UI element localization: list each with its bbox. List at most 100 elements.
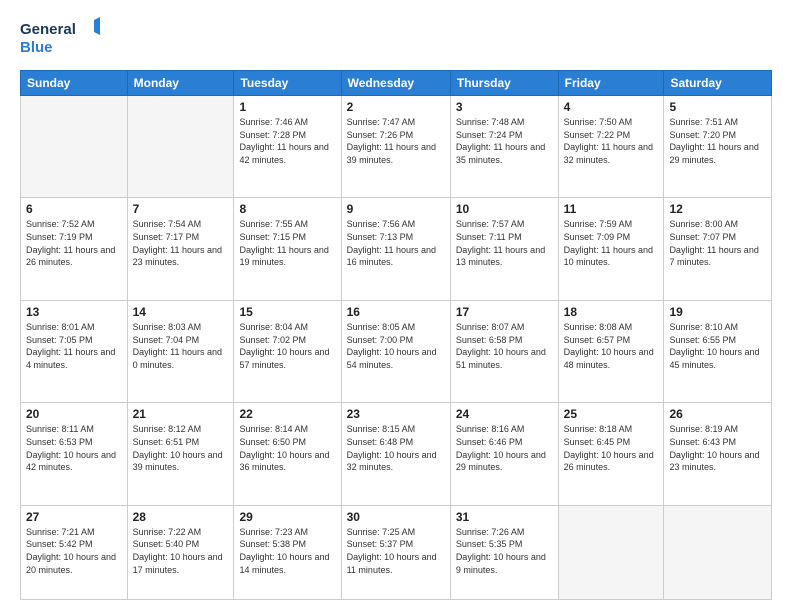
day-number: 20 bbox=[26, 407, 122, 421]
calendar-row-2: 13 Sunrise: 8:01 AM Sunset: 7:05 PM Dayli… bbox=[21, 300, 772, 402]
weekday-header-monday: Monday bbox=[127, 71, 234, 96]
calendar-cell: 26 Sunrise: 8:19 AM Sunset: 6:43 PM Dayli… bbox=[664, 403, 772, 505]
calendar-table: SundayMondayTuesdayWednesdayThursdayFrid… bbox=[20, 70, 772, 600]
day-number: 1 bbox=[239, 100, 335, 114]
weekday-header-row: SundayMondayTuesdayWednesdayThursdayFrid… bbox=[21, 71, 772, 96]
day-number: 10 bbox=[456, 202, 553, 216]
day-number: 31 bbox=[456, 510, 553, 524]
day-number: 6 bbox=[26, 202, 122, 216]
weekday-header-friday: Friday bbox=[558, 71, 664, 96]
calendar-cell: 9Sunrise: 7:56 AM Sunset: 7:13 PM Daylig… bbox=[341, 198, 450, 300]
weekday-header-tuesday: Tuesday bbox=[234, 71, 341, 96]
day-info: Sunrise: 7:21 AM Sunset: 5:42 PM Dayligh… bbox=[26, 526, 122, 576]
day-info: Sunrise: 7:25 AM Sunset: 5:37 PM Dayligh… bbox=[347, 526, 445, 576]
weekday-header-thursday: Thursday bbox=[450, 71, 558, 96]
day-info: Sunrise: 8:01 AM Sunset: 7:05 PM Dayligh… bbox=[26, 321, 122, 371]
calendar-cell: 15 Sunrise: 8:04 AM Sunset: 7:02 PM Dayli… bbox=[234, 300, 341, 402]
calendar-cell: 8 Sunrise: 7:55 AM Sunset: 7:15 PM Daylig… bbox=[234, 198, 341, 300]
day-number: 15 bbox=[239, 305, 335, 319]
day-info: Sunrise: 8:15 AM Sunset: 6:48 PM Dayligh… bbox=[347, 423, 445, 473]
calendar-cell: 18Sunrise: 8:08 AM Sunset: 6:57 PM Dayli… bbox=[558, 300, 664, 402]
day-number: 11 bbox=[564, 202, 659, 216]
svg-text:Blue: Blue bbox=[20, 39, 53, 56]
calendar-cell bbox=[558, 505, 664, 599]
calendar-cell bbox=[127, 96, 234, 198]
calendar-cell: 10 Sunrise: 7:57 AM Sunset: 7:11 PM Dayli… bbox=[450, 198, 558, 300]
day-number: 14 bbox=[133, 305, 229, 319]
day-number: 12 bbox=[669, 202, 766, 216]
day-info: Sunrise: 7:47 AM Sunset: 7:26 PM Dayligh… bbox=[347, 116, 445, 166]
calendar-cell: 30 Sunrise: 7:25 AM Sunset: 5:37 PM Dayli… bbox=[341, 505, 450, 599]
weekday-header-saturday: Saturday bbox=[664, 71, 772, 96]
weekday-header-wednesday: Wednesday bbox=[341, 71, 450, 96]
calendar-cell: 29 Sunrise: 7:23 AM Sunset: 5:38 PM Dayli… bbox=[234, 505, 341, 599]
calendar-cell: 12 Sunrise: 8:00 AM Sunset: 7:07 PM Dayli… bbox=[664, 198, 772, 300]
day-number: 18 bbox=[564, 305, 659, 319]
day-info: Sunrise: 7:23 AM Sunset: 5:38 PM Dayligh… bbox=[239, 526, 335, 576]
day-number: 13 bbox=[26, 305, 122, 319]
calendar-cell: 19Sunrise: 8:10 AM Sunset: 6:55 PM Dayli… bbox=[664, 300, 772, 402]
logo-svg: General Blue bbox=[20, 16, 100, 60]
calendar-cell: 3 Sunrise: 7:48 AM Sunset: 7:24 PM Daylig… bbox=[450, 96, 558, 198]
day-number: 25 bbox=[564, 407, 659, 421]
day-number: 26 bbox=[669, 407, 766, 421]
logo: General Blue bbox=[20, 16, 100, 60]
day-info: Sunrise: 7:51 AM Sunset: 7:20 PM Dayligh… bbox=[669, 116, 766, 166]
calendar-cell bbox=[664, 505, 772, 599]
calendar-cell: 27 Sunrise: 7:21 AM Sunset: 5:42 PM Dayli… bbox=[21, 505, 128, 599]
day-info: Sunrise: 7:46 AM Sunset: 7:28 PM Dayligh… bbox=[239, 116, 335, 166]
day-number: 29 bbox=[239, 510, 335, 524]
calendar-cell: 20 Sunrise: 8:11 AM Sunset: 6:53 PM Dayli… bbox=[21, 403, 128, 505]
day-info: Sunrise: 8:10 AM Sunset: 6:55 PM Dayligh… bbox=[669, 321, 766, 371]
calendar-cell: 25 Sunrise: 8:18 AM Sunset: 6:45 PM Dayli… bbox=[558, 403, 664, 505]
calendar-row-4: 27 Sunrise: 7:21 AM Sunset: 5:42 PM Dayli… bbox=[21, 505, 772, 599]
calendar-row-0: 1 Sunrise: 7:46 AM Sunset: 7:28 PM Daylig… bbox=[21, 96, 772, 198]
calendar-cell: 17Sunrise: 8:07 AM Sunset: 6:58 PM Dayli… bbox=[450, 300, 558, 402]
calendar-cell: 11 Sunrise: 7:59 AM Sunset: 7:09 PM Dayli… bbox=[558, 198, 664, 300]
calendar-cell: 22 Sunrise: 8:14 AM Sunset: 6:50 PM Dayli… bbox=[234, 403, 341, 505]
day-info: Sunrise: 7:50 AM Sunset: 7:22 PM Dayligh… bbox=[564, 116, 659, 166]
day-info: Sunrise: 7:52 AM Sunset: 7:19 PM Dayligh… bbox=[26, 218, 122, 268]
day-info: Sunrise: 8:19 AM Sunset: 6:43 PM Dayligh… bbox=[669, 423, 766, 473]
calendar-cell bbox=[21, 96, 128, 198]
day-number: 28 bbox=[133, 510, 229, 524]
day-info: Sunrise: 7:59 AM Sunset: 7:09 PM Dayligh… bbox=[564, 218, 659, 268]
calendar-cell: 5 Sunrise: 7:51 AM Sunset: 7:20 PM Daylig… bbox=[664, 96, 772, 198]
day-info: Sunrise: 8:07 AM Sunset: 6:58 PM Dayligh… bbox=[456, 321, 553, 371]
calendar-cell: 13 Sunrise: 8:01 AM Sunset: 7:05 PM Dayli… bbox=[21, 300, 128, 402]
day-number: 16 bbox=[347, 305, 445, 319]
day-number: 24 bbox=[456, 407, 553, 421]
day-info: Sunrise: 7:57 AM Sunset: 7:11 PM Dayligh… bbox=[456, 218, 553, 268]
day-info: Sunrise: 7:48 AM Sunset: 7:24 PM Dayligh… bbox=[456, 116, 553, 166]
day-info: Sunrise: 8:11 AM Sunset: 6:53 PM Dayligh… bbox=[26, 423, 122, 473]
calendar-cell: 24 Sunrise: 8:16 AM Sunset: 6:46 PM Dayli… bbox=[450, 403, 558, 505]
day-number: 3 bbox=[456, 100, 553, 114]
day-number: 7 bbox=[133, 202, 229, 216]
day-info: Sunrise: 8:18 AM Sunset: 6:45 PM Dayligh… bbox=[564, 423, 659, 473]
day-info: Sunrise: 7:55 AM Sunset: 7:15 PM Dayligh… bbox=[239, 218, 335, 268]
calendar-cell: 6 Sunrise: 7:52 AM Sunset: 7:19 PM Daylig… bbox=[21, 198, 128, 300]
calendar-cell: 14 Sunrise: 8:03 AM Sunset: 7:04 PM Dayli… bbox=[127, 300, 234, 402]
calendar-cell: 31 Sunrise: 7:26 AM Sunset: 5:35 PM Dayli… bbox=[450, 505, 558, 599]
calendar-cell: 7 Sunrise: 7:54 AM Sunset: 7:17 PM Daylig… bbox=[127, 198, 234, 300]
day-number: 5 bbox=[669, 100, 766, 114]
calendar-row-1: 6 Sunrise: 7:52 AM Sunset: 7:19 PM Daylig… bbox=[21, 198, 772, 300]
day-info: Sunrise: 7:26 AM Sunset: 5:35 PM Dayligh… bbox=[456, 526, 553, 576]
day-number: 22 bbox=[239, 407, 335, 421]
day-info: Sunrise: 8:05 AM Sunset: 7:00 PM Dayligh… bbox=[347, 321, 445, 371]
day-number: 27 bbox=[26, 510, 122, 524]
calendar-cell: 2 Sunrise: 7:47 AM Sunset: 7:26 PM Daylig… bbox=[341, 96, 450, 198]
day-number: 9 bbox=[347, 202, 445, 216]
day-info: Sunrise: 8:12 AM Sunset: 6:51 PM Dayligh… bbox=[133, 423, 229, 473]
day-info: Sunrise: 8:04 AM Sunset: 7:02 PM Dayligh… bbox=[239, 321, 335, 371]
page: General Blue SundayMondayTuesdayWednesda… bbox=[0, 0, 792, 612]
day-info: Sunrise: 8:03 AM Sunset: 7:04 PM Dayligh… bbox=[133, 321, 229, 371]
day-number: 30 bbox=[347, 510, 445, 524]
day-info: Sunrise: 8:00 AM Sunset: 7:07 PM Dayligh… bbox=[669, 218, 766, 268]
calendar-cell: 1 Sunrise: 7:46 AM Sunset: 7:28 PM Daylig… bbox=[234, 96, 341, 198]
day-info: Sunrise: 8:14 AM Sunset: 6:50 PM Dayligh… bbox=[239, 423, 335, 473]
day-info: Sunrise: 7:54 AM Sunset: 7:17 PM Dayligh… bbox=[133, 218, 229, 268]
day-info: Sunrise: 8:16 AM Sunset: 6:46 PM Dayligh… bbox=[456, 423, 553, 473]
day-number: 2 bbox=[347, 100, 445, 114]
day-number: 8 bbox=[239, 202, 335, 216]
